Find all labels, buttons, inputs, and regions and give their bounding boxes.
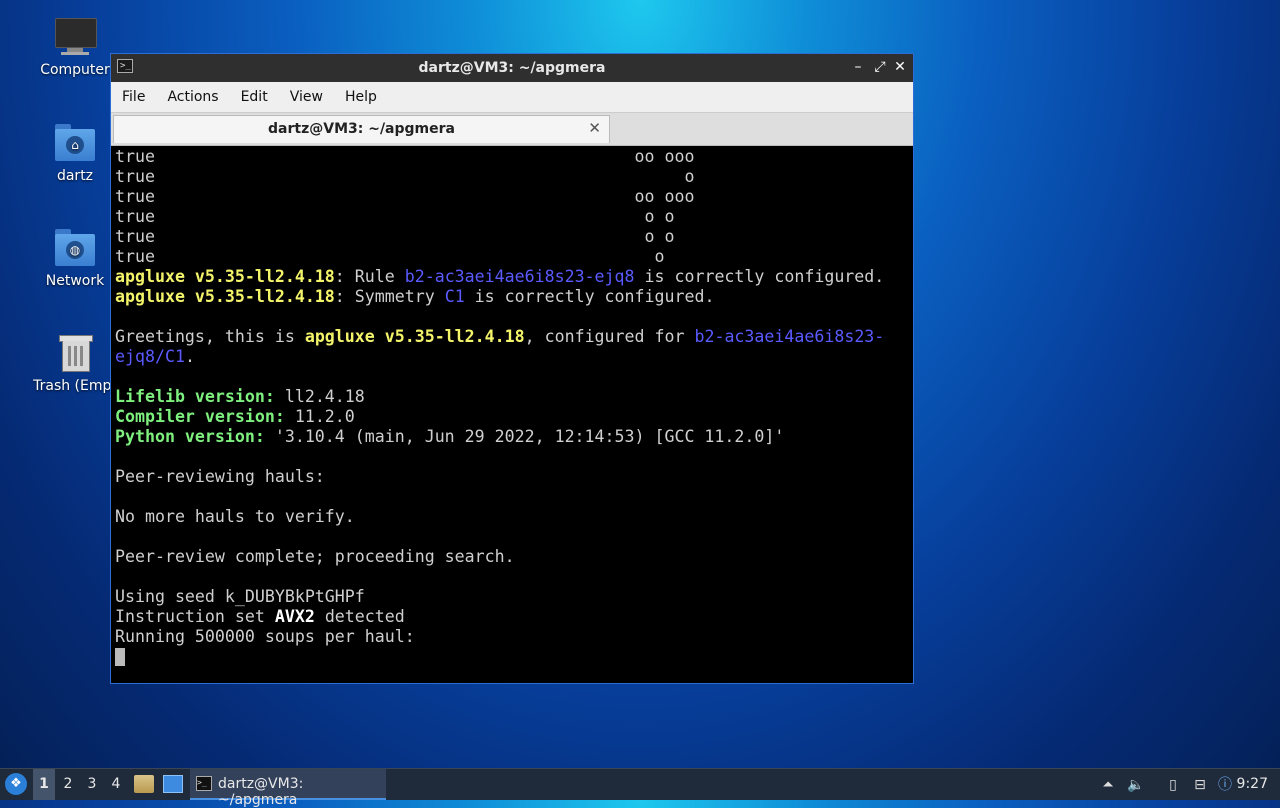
terminal-text: true o: [115, 247, 665, 266]
terminal-text: true o o: [115, 207, 675, 226]
close-button[interactable]: ✕: [891, 58, 909, 76]
terminal-line: true o o: [115, 227, 909, 247]
terminal-text: , configured for: [524, 327, 695, 346]
start-menu-icon[interactable]: ❖: [5, 773, 27, 795]
terminal-line: Python version: '3.10.4 (main, Jun 29 20…: [115, 427, 909, 447]
terminal-text: ll2.4.18: [274, 387, 365, 406]
home-folder-icon: ⌂: [53, 122, 97, 164]
menu-view[interactable]: View: [279, 82, 334, 112]
terminal-text: detected: [314, 607, 405, 626]
tab-label: dartz@VM3: ~/apgmera: [268, 121, 455, 137]
terminal-text: Running 500000 soups per haul:: [115, 627, 415, 646]
tab-close-icon[interactable]: ✕: [588, 119, 601, 137]
terminal-line: Using seed k_DUBYBkPtGHPf: [115, 587, 909, 607]
maximize-button[interactable]: ⤢: [871, 58, 889, 76]
computer-icon: [53, 16, 97, 58]
terminal-line: true oo ooo: [115, 147, 909, 167]
workspace-1[interactable]: 1: [33, 769, 55, 800]
terminal-output[interactable]: true oo ooo true o true oo ooo true o o …: [115, 147, 909, 679]
terminal-text: apgluxe v5.35-ll2.4.18: [304, 327, 525, 346]
terminal-line: apgluxe v5.35-ll2.4.18: Symmetry C1 is c…: [115, 287, 909, 307]
terminal-text: Peer-review complete; proceeding search.: [115, 547, 515, 566]
notification-icon[interactable]: ⓘ: [1216, 776, 1234, 794]
terminal-line: Instruction set AVX2 detected: [115, 607, 909, 627]
task-label: dartz@VM3: ~/apgmera: [218, 776, 304, 808]
terminal-line: No more hauls to verify.: [115, 507, 909, 527]
terminal-line: Greetings, this is apgluxe v5.35-ll2.4.1…: [115, 327, 909, 347]
terminal-line: Peer-reviewing hauls:: [115, 467, 909, 487]
menu-edit[interactable]: Edit: [230, 82, 279, 112]
terminal-text: true o o: [115, 227, 675, 246]
terminal-line: Peer-review complete; proceeding search.: [115, 547, 909, 567]
terminal-prompt-line: [115, 647, 909, 667]
terminal-text: ejq8/C1: [115, 347, 185, 366]
network-status-icon[interactable]: ⊟: [1191, 776, 1209, 794]
terminal-text: Python version:: [115, 427, 265, 446]
file-manager-icon[interactable]: [134, 775, 154, 793]
terminal-text: apgluxe v5.35-ll2.4.18: [115, 267, 335, 286]
terminal-text: : Symmetry: [334, 287, 445, 306]
terminal-tab[interactable]: dartz@VM3: ~/apgmera ✕: [113, 115, 610, 143]
terminal-text: Peer-reviewing hauls:: [115, 467, 325, 486]
menu-bar: File Actions Edit View Help: [111, 82, 913, 113]
minimize-button[interactable]: –: [849, 58, 867, 76]
terminal-task-icon: >_: [196, 776, 212, 791]
clock[interactable]: 9:27: [1237, 776, 1268, 792]
terminal-text: Using seed k_DUBYBkPtGHPf: [115, 587, 365, 606]
terminal-line: true o: [115, 247, 909, 267]
clipboard-icon[interactable]: ▯: [1164, 776, 1182, 794]
workspace-4[interactable]: 4: [105, 769, 127, 800]
window-titlebar[interactable]: >_ dartz@VM3: ~/apgmera – ⤢ ✕: [111, 54, 913, 82]
terminal-text: '3.10.4 (main, Jun 29 2022, 12:14:53) [G…: [264, 427, 785, 446]
volume-icon[interactable]: 🔈: [1127, 776, 1145, 794]
terminal-line: true oo ooo: [115, 187, 909, 207]
terminal-text: Lifelib version:: [115, 387, 275, 406]
taskbar-task-terminal[interactable]: >_ dartz@VM3: ~/apgmera: [190, 769, 386, 808]
terminal-text: true oo ooo: [115, 187, 695, 206]
terminal-text: true oo ooo: [115, 147, 695, 166]
trash-icon: [53, 332, 97, 374]
terminal-text: b2-ac3aei4ae6i8s23-ejq8: [404, 267, 635, 286]
terminal-text: b2-ac3aei4ae6i8s23-: [694, 327, 885, 346]
menu-file[interactable]: File: [111, 82, 156, 112]
terminal-text: : Rule: [334, 267, 405, 286]
menu-actions[interactable]: Actions: [156, 82, 229, 112]
terminal-line: Compiler version: 11.2.0: [115, 407, 909, 427]
workspace-3[interactable]: 3: [81, 769, 103, 800]
terminal-line: true o: [115, 167, 909, 187]
terminal-text: Compiler version:: [115, 407, 285, 426]
tray-arrow-icon[interactable]: ⏶: [1099, 776, 1117, 794]
terminal-cursor: [115, 648, 125, 666]
terminal-text: C1: [444, 287, 465, 306]
terminal-text: .: [184, 347, 195, 366]
terminal-line: apgluxe v5.35-ll2.4.18: Rule b2-ac3aei4a…: [115, 267, 909, 287]
terminal-text: AVX2: [274, 607, 315, 626]
window-title: dartz@VM3: ~/apgmera: [418, 60, 606, 76]
terminal-line: Lifelib version: ll2.4.18: [115, 387, 909, 407]
terminal-text: is correctly configured.: [464, 287, 715, 306]
terminal-text: true o: [115, 167, 695, 186]
terminal-line: Running 500000 soups per haul:: [115, 627, 909, 647]
terminal-text: is correctly configured.: [634, 267, 885, 286]
terminal-line: true o o: [115, 207, 909, 227]
terminal-text: apgluxe v5.35-ll2.4.18: [115, 287, 335, 306]
terminal-text: Greetings, this is: [115, 327, 305, 346]
terminal-line: ejq8/C1.: [115, 347, 909, 367]
workspace-2[interactable]: 2: [57, 769, 79, 800]
terminal-text: Instruction set: [115, 607, 275, 626]
taskbar: ❖ 1 2 3 4 >_ dartz@VM3: ~/apgmera ⏶ 🔈 ▯ …: [0, 768, 1280, 808]
show-desktop-icon[interactable]: [163, 775, 183, 793]
terminal-text: No more hauls to verify.: [115, 507, 355, 526]
tab-bar: dartz@VM3: ~/apgmera ✕: [111, 113, 913, 146]
menu-help[interactable]: Help: [334, 82, 388, 112]
terminal-text: 11.2.0: [284, 407, 355, 426]
network-folder-icon: ◍: [53, 227, 97, 269]
terminal-window[interactable]: >_ dartz@VM3: ~/apgmera – ⤢ ✕ File Action…: [110, 53, 914, 684]
